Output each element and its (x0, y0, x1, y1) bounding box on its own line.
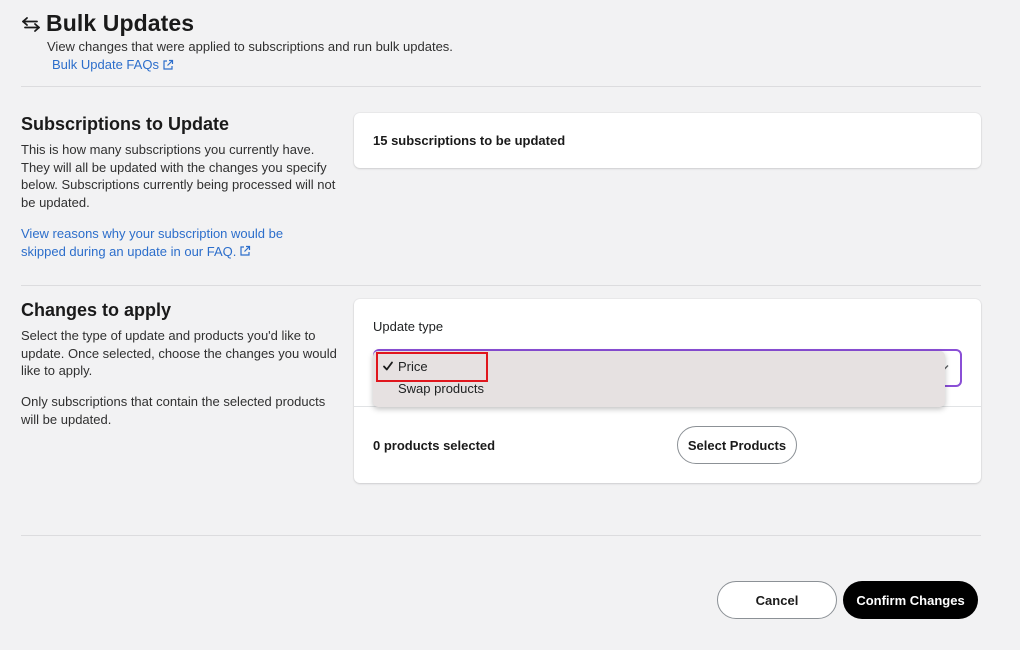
products-selected-count: 0 products selected (373, 438, 496, 453)
page-subtitle: View changes that were applied to subscr… (47, 39, 453, 54)
dropdown-option-label: Swap products (398, 380, 484, 396)
update-type-label: Update type (373, 319, 444, 334)
dropdown-option-swap-products[interactable]: Swap products (373, 377, 945, 399)
header-divider (21, 86, 981, 87)
changes-section-description: Select the type of update and products y… (21, 328, 337, 378)
external-link-icon (239, 245, 251, 257)
footer-divider (21, 535, 981, 536)
section-divider (21, 285, 981, 286)
page-header: Bulk Updates View changes that were appl… (21, 10, 453, 72)
page-title: Bulk Updates (46, 10, 195, 36)
subscriptions-count: 15 subscriptions to be updated (373, 133, 566, 148)
skipped-reasons-faq-link[interactable]: View reasons why your subscription would… (21, 225, 321, 260)
dropdown-option-price[interactable]: Price (373, 355, 945, 377)
subscriptions-section-description: This is how many subscriptions you curre… (21, 142, 336, 210)
confirm-changes-button[interactable]: Confirm Changes (843, 581, 978, 619)
external-link-icon (162, 59, 174, 71)
arrows-left-right-icon[interactable] (21, 14, 41, 34)
bulk-update-faqs-link[interactable]: Bulk Update FAQs (52, 57, 174, 72)
changes-section-note: Only subscriptions that contain the sele… (21, 394, 326, 427)
subscriptions-section-title: Subscriptions to Update (21, 114, 230, 134)
subscriptions-count-card: 15 subscriptions to be updated (354, 113, 981, 168)
title-row: Bulk Updates (21, 10, 194, 37)
checkmark-icon (382, 360, 394, 372)
update-type-dropdown: Price Swap products (373, 351, 945, 407)
changes-section-title: Changes to apply (21, 300, 172, 320)
select-products-button[interactable]: Select Products (677, 426, 797, 464)
dropdown-option-label: Price (398, 358, 428, 374)
cancel-button[interactable]: Cancel (717, 581, 837, 619)
faq-link-label: Bulk Update FAQs (52, 57, 159, 72)
